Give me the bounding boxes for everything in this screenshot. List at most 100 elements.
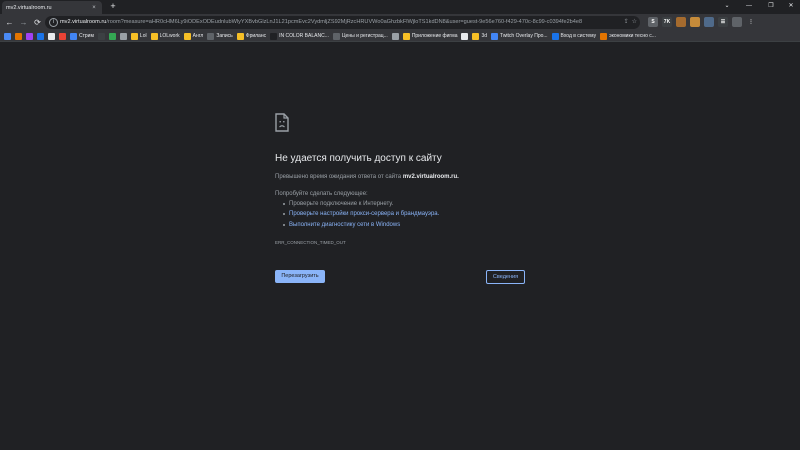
reload-page-button[interactable]: Перезагрузить (275, 270, 325, 283)
bookmark-favicon-icon (150, 32, 158, 40)
bookmark-item[interactable]: LOLwork (150, 32, 180, 40)
error-description: Превышено время ожидания ответа от сайта… (275, 174, 459, 180)
bookmark-favicon-icon (108, 32, 116, 40)
extension-icon[interactable] (704, 17, 714, 27)
suggestion-item: Проверьте подключение к Интернету. (283, 201, 393, 207)
bookmark-favicon-icon (130, 32, 138, 40)
bookmark-favicon-icon (37, 32, 44, 40)
bookmark-item[interactable] (119, 32, 127, 40)
suggestion-check-connection: Проверьте подключение к Интернету. (289, 201, 394, 207)
extension-icon[interactable]: ⋮ (746, 17, 756, 27)
browser-toolbar: ← → ⟳ i mv2.virtualroom.ru/room?measure=… (0, 14, 800, 31)
bookmark-item[interactable] (48, 32, 55, 40)
bookmark-label: Lol (139, 33, 147, 39)
bullet-icon (283, 203, 285, 205)
extension-icon[interactable] (732, 17, 742, 27)
bookmark-label: LOLwork (159, 33, 180, 39)
bookmark-item[interactable]: Запись (207, 32, 233, 40)
bookmarks-bar: Стрим Lol LOLwork Англ Запись Фриланс IN COLOR… (0, 31, 800, 42)
bookmark-label: Стрим (79, 33, 94, 39)
bookmark-item[interactable] (37, 32, 44, 40)
bookmark-item[interactable]: Цены и регистрац... (332, 32, 388, 40)
close-window-button[interactable]: ✕ (780, 1, 800, 12)
bookmark-favicon-icon (236, 32, 244, 40)
bookmark-item[interactable]: IN COLOR BALANC... (270, 32, 329, 40)
bookmark-item[interactable] (108, 32, 116, 40)
bookmark-item[interactable]: Фриланс (236, 32, 267, 40)
new-tab-button[interactable]: + (108, 1, 118, 12)
bookmark-label: Англ (192, 33, 204, 39)
bookmark-item[interactable] (26, 32, 33, 40)
reload-button[interactable]: ⟳ (32, 17, 43, 28)
tab-strip: mv2.virtualroom.ru × + ⌄ — ❐ ✕ (0, 0, 800, 14)
bookmark-item[interactable]: Стрим (70, 32, 94, 40)
bookmark-label: Фриланс (245, 33, 267, 39)
suggestion-proxy-link[interactable]: Проверьте настройки прокси-сервера и бра… (289, 211, 439, 217)
bookmark-favicon-icon (15, 32, 22, 40)
bookmark-label: Приложение фигма (411, 33, 458, 39)
bookmark-favicon-icon (461, 32, 469, 40)
bookmark-favicon-icon (332, 32, 340, 40)
extension-icon[interactable]: 7K (662, 17, 672, 27)
bookmark-favicon-icon (97, 32, 105, 40)
bookmark-item[interactable] (461, 32, 469, 40)
bookmark-favicon-icon (402, 32, 410, 40)
bookmark-item[interactable]: Twitch Overlay Про... (491, 32, 548, 40)
bookmark-favicon-icon (551, 32, 559, 40)
bookmark-favicon-icon (4, 32, 11, 40)
bookmark-favicon-icon (70, 32, 77, 40)
error-title: Не удается получить доступ к сайту (275, 153, 442, 164)
error-host: mv2.virtualroom.ru. (402, 174, 459, 180)
bookmark-label: Twitch Overlay Про... (500, 33, 548, 39)
bookmark-item[interactable]: Вход в систему (551, 32, 596, 40)
bookmark-item[interactable]: Англ (183, 32, 204, 40)
bookmark-favicon-icon (270, 32, 278, 40)
share-icon[interactable]: ⇪ (624, 18, 629, 27)
bookmark-item[interactable] (15, 32, 22, 40)
bookmark-item[interactable]: экономики тесно с... (600, 32, 656, 40)
extensions-row: S 7K ☰ ⋮ (648, 17, 756, 27)
bookmark-item[interactable]: Lol (130, 32, 147, 40)
back-button[interactable]: ← (4, 17, 15, 28)
extension-icon[interactable] (676, 17, 686, 27)
bookmark-label: IN COLOR BALANC... (279, 33, 329, 39)
bookmark-item[interactable] (4, 32, 11, 40)
tab-close-icon[interactable]: × (90, 5, 98, 11)
site-info-icon[interactable]: i (49, 18, 58, 27)
bookmark-item[interactable]: 3d (472, 32, 487, 40)
bookmark-favicon-icon (207, 32, 215, 40)
bookmark-star-icon[interactable]: ☆ (632, 18, 637, 27)
suggestion-item[interactable]: Проверьте настройки прокси-сервера и бра… (283, 211, 439, 217)
url-text[interactable]: mv2.virtualroom.ru/room?measure=aHR0cHM6… (60, 16, 625, 29)
bookmark-favicon-icon (600, 32, 608, 40)
details-button[interactable]: Сведения (486, 270, 525, 284)
sad-document-icon (275, 113, 289, 132)
maximize-button[interactable]: ❐ (760, 1, 782, 12)
bookmark-item[interactable] (97, 32, 105, 40)
bookmark-label: Запись (216, 33, 233, 39)
extension-icon[interactable] (690, 17, 700, 27)
tab-title: mv2.virtualroom.ru (6, 4, 52, 11)
bullet-icon (283, 224, 285, 226)
active-tab[interactable]: mv2.virtualroom.ru × (2, 1, 102, 14)
error-description-text: Превышено время ожидания ответа от сайта (275, 174, 403, 180)
bookmark-item[interactable] (391, 32, 399, 40)
bookmark-favicon-icon (48, 32, 55, 40)
bookmark-item[interactable] (59, 32, 66, 40)
address-bar[interactable]: i mv2.virtualroom.ru/room?measure=aHR0cH… (45, 16, 640, 29)
bookmark-item[interactable]: Приложение фигма (402, 32, 458, 40)
suggestion-item[interactable]: Выполните диагностику сети в Windows (283, 222, 400, 228)
bookmark-label: экономики тесно с... (609, 33, 656, 39)
extension-icon[interactable]: ☰ (718, 17, 728, 27)
minimize-button[interactable]: — (738, 1, 760, 12)
bookmark-favicon-icon (59, 32, 66, 40)
bullet-icon (283, 213, 285, 215)
bookmark-favicon-icon (391, 32, 399, 40)
error-page: Не удается получить доступ к сайту Превы… (0, 42, 800, 450)
extension-icon[interactable]: S (648, 17, 658, 27)
forward-button[interactable]: → (18, 17, 29, 28)
suggestion-diagnostics-link[interactable]: Выполните диагностику сети в Windows (289, 222, 400, 228)
omnibox-actions: ⇪ ☆ (624, 18, 637, 27)
error-code: ERR_CONNECTION_TIMED_OUT (275, 240, 346, 245)
tab-search-icon[interactable]: ⌄ (716, 1, 738, 12)
